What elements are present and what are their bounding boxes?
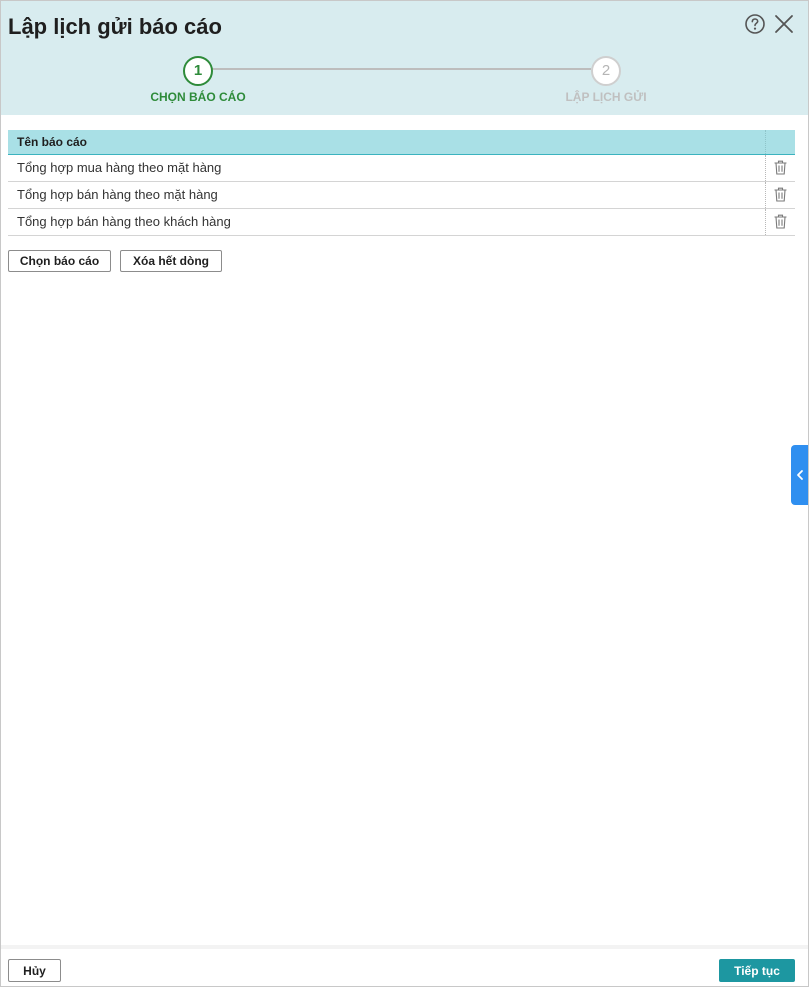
footer-divider — [1, 945, 808, 949]
table-row[interactable]: Tổng hợp bán hàng theo khách hàng — [8, 209, 795, 236]
trash-icon[interactable] — [772, 186, 789, 203]
close-icon[interactable] — [773, 13, 795, 35]
step-1-indicator: 1 — [183, 56, 213, 86]
table-row[interactable]: Tổng hợp mua hàng theo mặt hàng — [8, 155, 795, 182]
trash-icon[interactable] — [772, 159, 789, 176]
chevron-left-icon — [797, 470, 803, 480]
choose-report-button[interactable]: Chọn báo cáo — [8, 250, 111, 272]
continue-button[interactable]: Tiếp tục — [719, 959, 795, 982]
trash-icon[interactable] — [772, 213, 789, 230]
report-grid: Tên báo cáo Tổng hợp mua hàng theo mặt h… — [8, 130, 795, 236]
grid-header: Tên báo cáo — [8, 130, 795, 155]
dialog-header: Lập lịch gửi báo cáo 1 2 CHỌN BÁO CÁO LẬ… — [1, 1, 808, 115]
step-1-label: CHỌN BÁO CÁO — [150, 90, 246, 104]
step-2-label: LẬP LỊCH GỬI — [565, 90, 647, 104]
column-header-report-name: Tên báo cáo — [8, 130, 766, 154]
clear-all-rows-button[interactable]: Xóa hết dòng — [120, 250, 222, 272]
dialog-title: Lập lịch gửi báo cáo — [8, 14, 222, 39]
step-2-indicator: 2 — [591, 56, 621, 86]
report-name-cell: Tổng hợp mua hàng theo mặt hàng — [8, 155, 766, 181]
cancel-button[interactable]: Hủy — [8, 959, 61, 982]
side-panel-toggle[interactable] — [791, 445, 808, 505]
help-icon[interactable] — [744, 13, 766, 35]
schedule-report-dialog: Lập lịch gửi báo cáo 1 2 CHỌN BÁO CÁO LẬ… — [0, 0, 809, 987]
report-name-cell: Tổng hợp bán hàng theo mặt hàng — [8, 182, 766, 208]
stepper-connector — [211, 68, 591, 70]
table-row[interactable]: Tổng hợp bán hàng theo mặt hàng — [8, 182, 795, 209]
report-name-cell: Tổng hợp bán hàng theo khách hàng — [8, 209, 766, 235]
